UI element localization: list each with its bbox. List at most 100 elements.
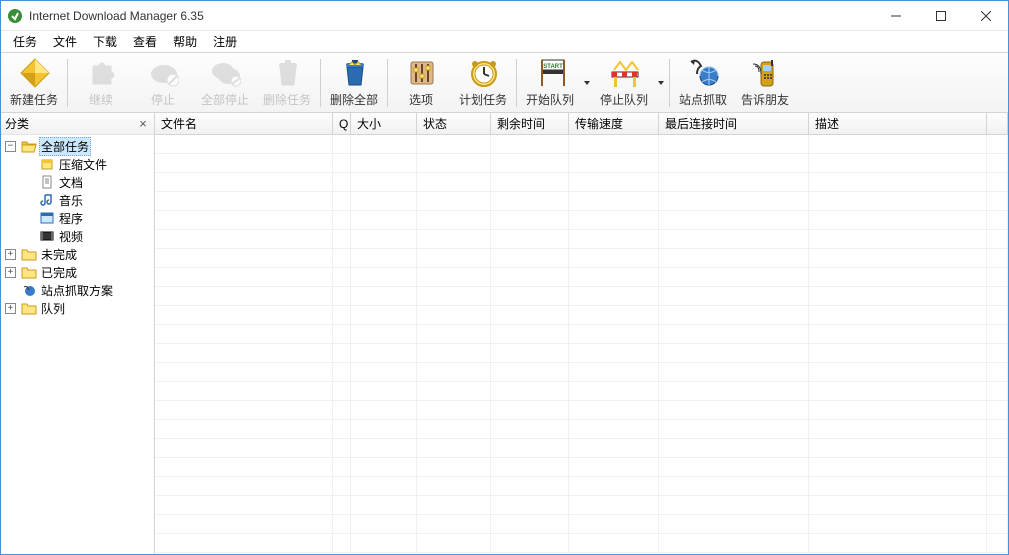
table-row [155, 439, 1008, 458]
sliders-icon [405, 57, 437, 89]
start-queue-label: 开始队列 [526, 91, 574, 108]
content-area: 分类 × − 全部任务 压缩文件 文档 音乐 程序 视频+未完成+已完成 站点抓取… [1, 113, 1008, 554]
table-row [155, 458, 1008, 477]
close-button[interactable] [963, 1, 1008, 30]
expand-icon[interactable]: + [5, 249, 16, 260]
column-size[interactable]: 大小 [351, 113, 417, 134]
app-icon [7, 8, 23, 24]
folder-icon [21, 246, 37, 262]
schedule-button[interactable]: 计划任务 [452, 55, 514, 111]
minimize-button[interactable] [873, 1, 918, 30]
column-remain[interactable]: 剩余时间 [491, 113, 569, 134]
grid-rows [155, 135, 1008, 553]
folder-icon [21, 300, 37, 316]
cloud-stop-icon [147, 57, 179, 89]
table-row [155, 325, 1008, 344]
app-window: Internet Download Manager 6.35 任务文件下载查看帮… [0, 0, 1009, 555]
tree-label-grabber: 站点抓取方案 [39, 282, 115, 299]
column-q[interactable]: Q [333, 113, 351, 134]
tree-node-videos[interactable]: 视频 [1, 227, 154, 245]
delete-all-button[interactable]: 删除全部 [323, 55, 385, 111]
column-lastconn[interactable]: 最后连接时间 [659, 113, 809, 134]
window-title: Internet Download Manager 6.35 [29, 9, 873, 23]
stop-label: 停止 [151, 91, 175, 108]
tree-label-compressed: 压缩文件 [57, 156, 109, 173]
trash-icon [271, 57, 303, 89]
tree-node-music[interactable]: 音乐 [1, 191, 154, 209]
table-row [155, 534, 1008, 553]
column-speed[interactable]: 传输速度 [569, 113, 659, 134]
stop-queue-label: 停止队列 [600, 91, 648, 108]
table-row [155, 135, 1008, 154]
table-row [155, 287, 1008, 306]
collapse-icon[interactable]: − [5, 141, 16, 152]
delete-task-label: 删除任务 [263, 91, 311, 108]
phone-icon [749, 57, 781, 89]
table-row [155, 344, 1008, 363]
site-grab-button[interactable]: 站点抓取 [672, 55, 734, 111]
menu-4[interactable]: 帮助 [165, 31, 205, 52]
trash-blue-icon [338, 57, 370, 89]
folder-icon [21, 264, 37, 280]
puzzle-icon [85, 57, 117, 89]
tree-node-all[interactable]: − 全部任务 [1, 137, 154, 155]
tree-label-all: 全部任务 [39, 137, 91, 156]
category-tree: − 全部任务 压缩文件 文档 音乐 程序 视频+未完成+已完成 站点抓取方案 + 队列 [1, 135, 154, 554]
tree-node-queue[interactable]: + 队列 [1, 299, 154, 317]
tree-node-programs[interactable]: 程序 [1, 209, 154, 227]
tree-label-queue: 队列 [39, 300, 67, 317]
new-task-button[interactable]: 新建任务 [3, 55, 65, 111]
tree-node-compressed[interactable]: 压缩文件 [1, 155, 154, 173]
table-row [155, 173, 1008, 192]
options-button[interactable]: 选项 [390, 55, 452, 111]
tree-label-documents: 文档 [57, 174, 85, 191]
tree-node-incomplete[interactable]: +未完成 [1, 245, 154, 263]
stop-queue-dropdown[interactable] [655, 55, 667, 111]
doc-icon [39, 174, 55, 190]
table-row [155, 496, 1008, 515]
main-panel: 文件名Q大小状态剩余时间传输速度最后连接时间描述 [155, 113, 1008, 554]
table-row [155, 211, 1008, 230]
app-icon [39, 210, 55, 226]
tell-friend-button[interactable]: 告诉朋友 [734, 55, 796, 111]
sidebar-close-icon[interactable]: × [136, 117, 150, 131]
delete-task-button: 删除任务 [256, 55, 318, 111]
tree-node-documents[interactable]: 文档 [1, 173, 154, 191]
table-row [155, 401, 1008, 420]
maximize-button[interactable] [918, 1, 963, 30]
tree-node-complete[interactable]: +已完成 [1, 263, 154, 281]
stop-queue-button[interactable]: 停止队列 [593, 55, 655, 111]
sidebar-title: 分类 [5, 115, 136, 132]
column-filename[interactable]: 文件名 [155, 113, 333, 134]
new-task-label: 新建任务 [10, 91, 58, 108]
column-status[interactable]: 状态 [417, 113, 491, 134]
cloud-stop-all-icon [209, 57, 241, 89]
stop-all-label: 全部停止 [201, 91, 249, 108]
schedule-label: 计划任务 [459, 91, 507, 108]
music-icon [39, 192, 55, 208]
grabber-icon [687, 57, 719, 89]
menu-1[interactable]: 文件 [45, 31, 85, 52]
start-queue-button[interactable]: START 开始队列 [519, 55, 581, 111]
tree-node-grabber[interactable]: 站点抓取方案 [1, 281, 154, 299]
resume-button: 继续 [70, 55, 132, 111]
table-row [155, 382, 1008, 401]
menu-5[interactable]: 注册 [205, 31, 245, 52]
grid-body[interactable] [155, 135, 1008, 554]
grid-header: 文件名Q大小状态剩余时间传输速度最后连接时间描述 [155, 113, 1008, 135]
stop-all-button: 全部停止 [194, 55, 256, 111]
column-desc[interactable]: 描述 [809, 113, 987, 134]
menu-3[interactable]: 查看 [125, 31, 165, 52]
start-queue-dropdown[interactable] [581, 55, 593, 111]
flag-start-icon: START [534, 57, 566, 89]
table-row [155, 515, 1008, 534]
svg-text:START: START [543, 64, 563, 70]
tree-label-programs: 程序 [57, 210, 85, 227]
video-icon [39, 228, 55, 244]
menu-0[interactable]: 任务 [5, 31, 45, 52]
expand-icon[interactable]: + [5, 303, 16, 314]
options-label: 选项 [409, 91, 433, 108]
menu-2[interactable]: 下载 [85, 31, 125, 52]
expand-icon[interactable]: + [5, 267, 16, 278]
sidebar: 分类 × − 全部任务 压缩文件 文档 音乐 程序 视频+未完成+已完成 站点抓取… [1, 113, 155, 554]
